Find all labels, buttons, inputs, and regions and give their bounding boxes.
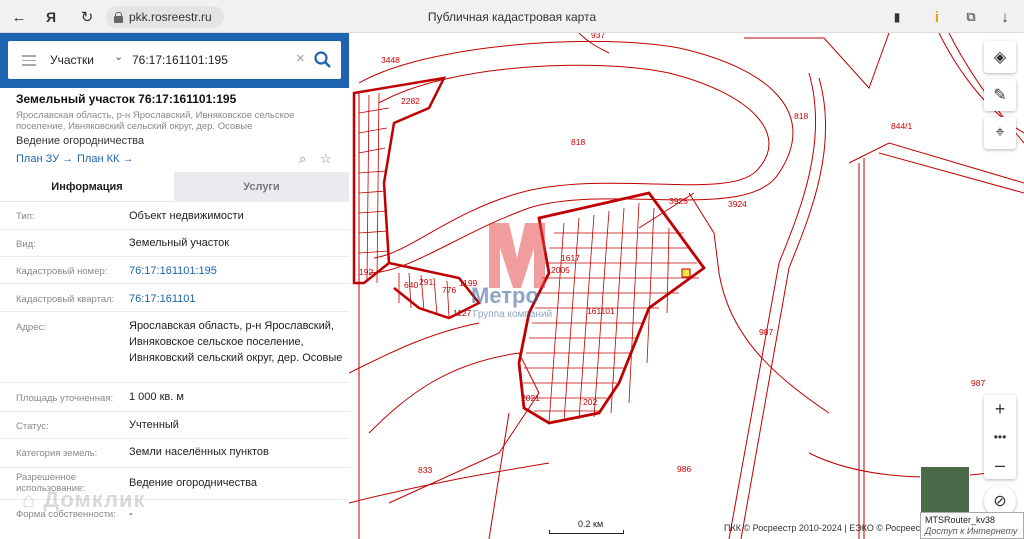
info-row: Вид: Земельный участок [0, 230, 349, 257]
more-icon[interactable]: ••• [984, 423, 1016, 451]
search-box: Участки ⌄ 76:17:161101:195 × [8, 41, 341, 79]
tab-info[interactable]: Информация [0, 172, 174, 202]
map-label: 818 [794, 111, 808, 121]
satellite-minimap[interactable] [920, 466, 970, 518]
info-row: Площадь уточненная: 1 000 кв. м [0, 383, 349, 412]
map-label: 987 [759, 327, 773, 337]
wifi-name: MTSRouter_kv38 [925, 515, 996, 525]
search-panel: Участки ⌄ 76:17:161101:195 × [0, 33, 349, 88]
clear-icon[interactable]: × [296, 50, 305, 67]
plan-kk-link[interactable]: План КК → [77, 153, 133, 165]
domclick-watermark-text: Домклик [43, 487, 146, 512]
locate-icon[interactable]: ⌖ [984, 117, 1016, 149]
info-row-key: Кадастровый квартал: [16, 294, 115, 305]
map-canvas[interactable]: 937 3448 2282 818 818 844/1 3925 3924 19… [349, 33, 1024, 539]
parcel-location: Ярославская область, р-н Ярославский, Ив… [16, 110, 295, 132]
info-row-key: Площадь уточненная: [16, 393, 114, 404]
metro-logo-icon [489, 223, 545, 288]
map-label: 640 [404, 280, 418, 290]
search-input[interactable]: 76:17:161101:195 [132, 53, 228, 67]
map-label: 161101 [587, 306, 615, 316]
star-icon[interactable]: ☆ [320, 151, 332, 167]
info-row: Тип: Объект недвижимости [0, 202, 349, 230]
map-label: 192 [359, 267, 373, 277]
info-row-value: - [129, 508, 133, 520]
parcel-usage: Ведение огородничества [16, 135, 145, 147]
info-row: Статус: Учтенный [0, 412, 349, 439]
cadastral-map[interactable]: 937 3448 2282 818 818 844/1 3925 3924 19… [349, 33, 1024, 539]
search-type-select[interactable]: Участки [50, 53, 94, 67]
map-label: 202 [583, 397, 597, 407]
wifi-status: Доступ к Интернету [925, 526, 1018, 536]
map-label: 844/1 [891, 121, 913, 131]
copyright-text: ПКК © Росреестр 2010-2024 | ЕЭКО © Росре… [724, 523, 937, 533]
info-row-value: Земли населённых пунктов [129, 446, 269, 458]
chevron-down-icon[interactable]: ⌄ [114, 50, 123, 63]
zoom-out-button[interactable]: – [984, 451, 1016, 479]
search-icon[interactable] [313, 50, 333, 70]
map-label: 833 [418, 465, 432, 475]
info-row-key: Адрес: [16, 322, 46, 333]
extension-icon[interactable]: i [926, 6, 948, 28]
info-row-key: Кадастровый номер: [16, 266, 108, 277]
map-label: 776 [442, 285, 456, 295]
info-row-value: Ярославская область, р-н Ярославский, Ив… [129, 320, 343, 364]
scale-label: 0.2 км [578, 519, 604, 529]
metro-watermark-sub: Группа компаний [473, 309, 553, 320]
map-label: 986 [677, 464, 691, 474]
download-icon[interactable]: ↓ [994, 6, 1016, 28]
map-label: 1617 [561, 253, 580, 263]
info-row-value: Учтенный [129, 419, 179, 431]
bookmark-icon[interactable]: ▮ [886, 6, 908, 28]
info-tabs: Информация Услуги [0, 172, 349, 202]
info-row-key: Статус: [16, 421, 49, 432]
ruler-icon[interactable]: ✎ [984, 79, 1016, 111]
info-row-key: Тип: [16, 211, 35, 222]
menu-icon[interactable] [22, 55, 36, 66]
tab-services[interactable]: Услуги [174, 172, 349, 202]
domclick-watermark: ⌂ Домклик [22, 487, 146, 512]
map-label: 3924 [728, 199, 747, 209]
layers-icon[interactable]: ◈ [984, 41, 1016, 73]
page-title: Публичная кадастровая карта [427, 10, 597, 24]
info-row-value: Земельный участок [129, 237, 230, 249]
metro-watermark: Метро [471, 283, 539, 308]
info-row-value: 1 000 кв. м [129, 391, 184, 403]
info-row-value: Ведение огородничества [129, 477, 258, 489]
map-label: 3448 [381, 55, 400, 65]
browser-toolbar: ← Я ↻ pkk.rosreestr.ru Публичная кадастр… [0, 0, 1024, 33]
zoom-in-button[interactable]: + [984, 395, 1016, 423]
plan-zu-link[interactable]: План ЗУ → [16, 153, 73, 165]
scale-bar [549, 530, 624, 534]
cadastral-number-link[interactable]: 76:17:161101:195 [129, 263, 343, 279]
map-label: 3925 [669, 196, 688, 206]
map-label: 2005 [551, 265, 570, 275]
map-label: 818 [571, 137, 585, 147]
map-label: 291 [419, 277, 433, 287]
zoom-to-object-icon[interactable]: ⌕ [299, 151, 306, 167]
map-label: 937 [591, 33, 605, 40]
map-label: 2282 [401, 96, 420, 106]
zoom-controls: + ••• – [984, 395, 1016, 479]
map-label: 1127 [453, 308, 472, 318]
cadastral-block-link[interactable]: 76:17:161101 [129, 291, 343, 307]
info-row-key: Вид: [16, 239, 36, 250]
map-label: 2021 [521, 393, 540, 403]
info-sidebar: Участки ⌄ 76:17:161101:195 × Земельный у… [0, 33, 349, 539]
parcel-title: Земельный участок 76:17:161101:195 [16, 92, 237, 106]
wifi-tooltip: MTSRouter_kv38 Доступ к Интернету [920, 512, 1024, 539]
info-row-value: Объект недвижимости [129, 210, 244, 222]
info-row: Категория земель: Земли населённых пункт… [0, 439, 349, 468]
collections-icon[interactable]: ⧉ [960, 6, 982, 28]
info-row: Кадастровый квартал: 76:17:161101 [0, 284, 349, 312]
map-label: 987 [971, 378, 985, 388]
info-row: Адрес: Ярославская область, р-н Ярославс… [0, 312, 349, 383]
info-row-key: Категория земель: [16, 448, 98, 459]
info-row: Кадастровый номер: 76:17:161101:195 [0, 257, 349, 284]
